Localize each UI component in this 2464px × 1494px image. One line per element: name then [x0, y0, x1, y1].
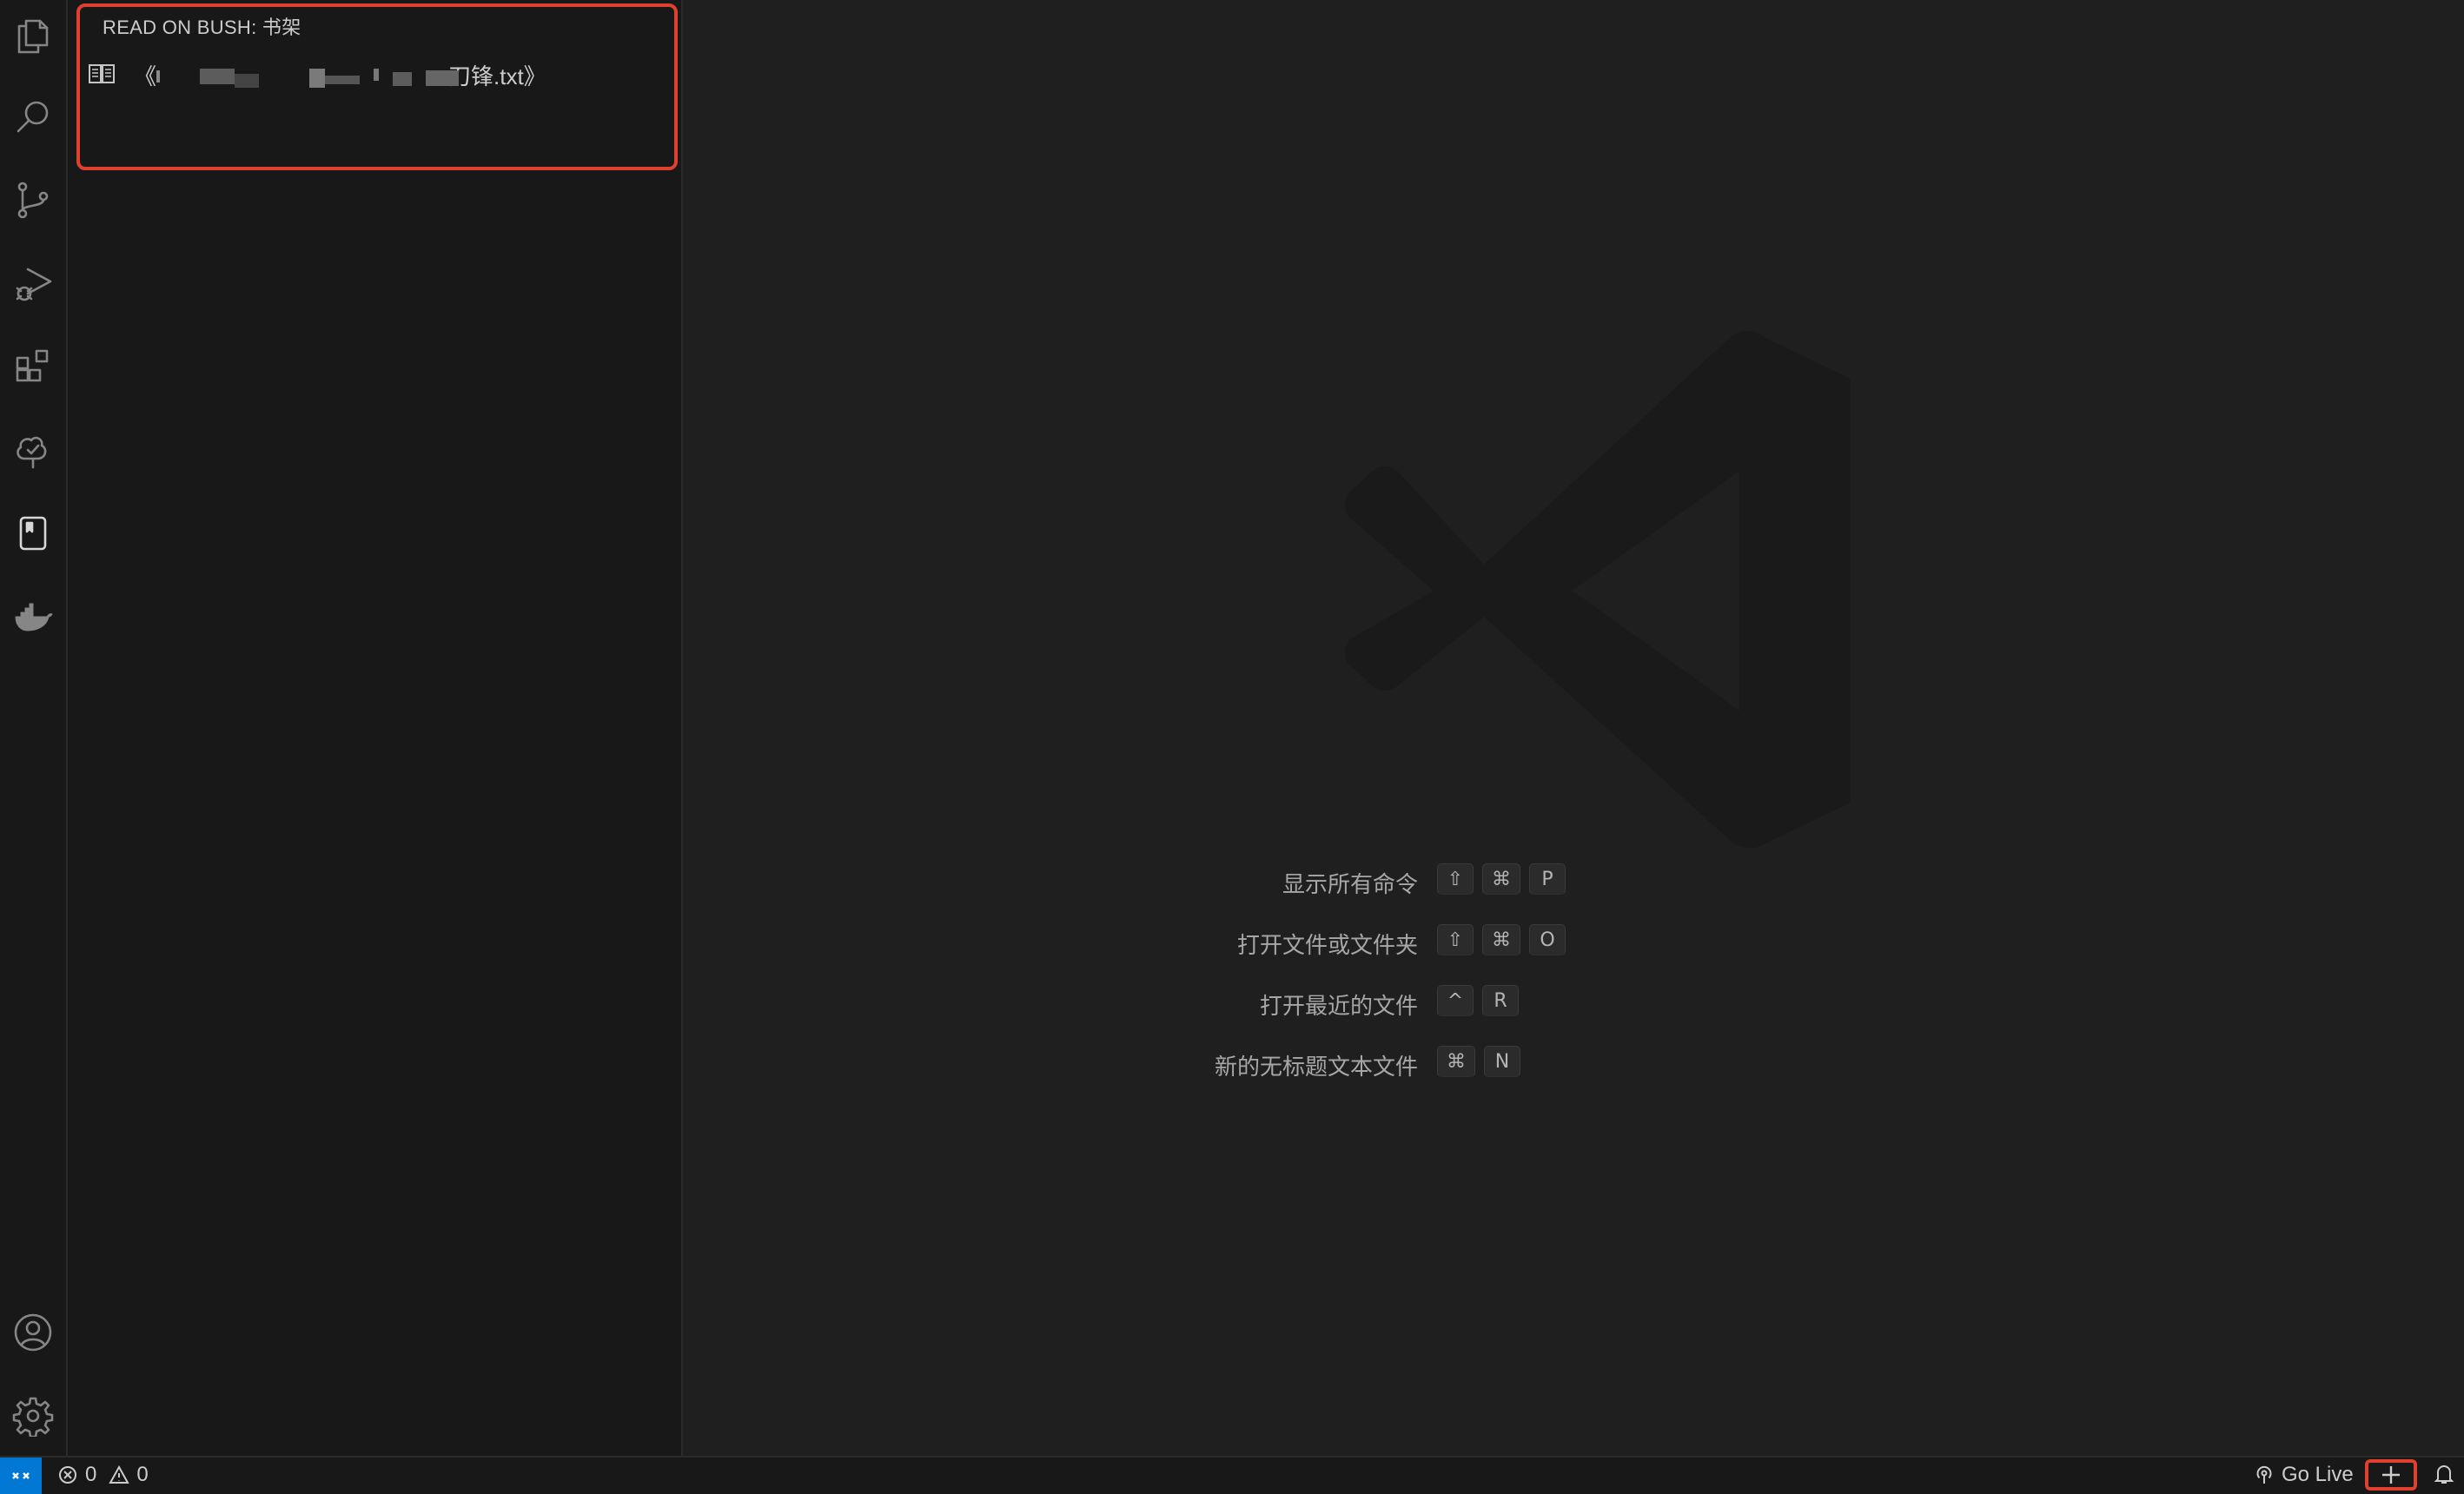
files-icon [17, 19, 49, 54]
broadcast-icon [2256, 1465, 2272, 1484]
shortcut-keys: ^ R [1437, 985, 1519, 1016]
go-live-button[interactable]: Go Live [2254, 1463, 2354, 1487]
key-cap: ⇧ [1437, 863, 1474, 895]
gear-icon [12, 1397, 54, 1437]
search-icon [17, 101, 49, 133]
editor-area: 显示所有命令 ⇧ ⌘ P 打开文件或文件夹 ⇧ ⌘ O 打开最近的文件 ^ R … [683, 0, 2464, 1456]
docker-whale-icon [15, 603, 53, 631]
run-debug-button[interactable] [0, 248, 66, 318]
key-cap: ⌘ [1437, 1046, 1475, 1077]
remote-indicator-button[interactable] [0, 1458, 42, 1494]
error-count: 0 [85, 1463, 97, 1486]
plus-icon [2382, 1466, 2400, 1484]
key-cap: R [1482, 985, 1519, 1016]
key-cap: P [1529, 863, 1566, 895]
read-on-bush-button[interactable] [0, 499, 66, 568]
source-control-button[interactable] [0, 165, 66, 235]
tree-check-icon [17, 436, 47, 469]
key-cap: ^ [1437, 985, 1474, 1016]
shortcut-label: 打开最近的文件 [1259, 993, 1418, 1019]
sidebar-highlight-annotation [76, 3, 678, 170]
vscode-logo-icon [1345, 330, 1851, 849]
problems-indicator[interactable]: 0 0 [57, 1463, 149, 1487]
add-button[interactable] [2365, 1459, 2417, 1491]
shortcut-keys: ⇧ ⌘ O [1437, 924, 1566, 955]
shortcut-label: 新的无标题文本文件 [1214, 1054, 1418, 1080]
explorer-button[interactable] [0, 0, 66, 69]
key-cap: ⇧ [1437, 924, 1474, 955]
key-cap: ⌘ [1482, 863, 1520, 895]
warning-count: 0 [136, 1463, 149, 1486]
shortcut-row[interactable]: 显示所有命令 ⇧ ⌘ P [944, 862, 2073, 903]
go-live-label: Go Live [2282, 1463, 2354, 1486]
docker-button[interactable] [0, 582, 66, 651]
manage-button[interactable] [0, 1381, 66, 1451]
bell-icon [2434, 1465, 2454, 1484]
warning-icon [109, 1464, 130, 1484]
accounts-button[interactable] [0, 1298, 66, 1367]
shortcut-keys: ⌘ N [1437, 1046, 1520, 1077]
remote-icon [12, 1472, 30, 1479]
extensions-icon [16, 349, 49, 382]
source-control-icon [17, 182, 49, 219]
activity-bar [0, 0, 68, 1456]
shortcut-label: 打开文件或文件夹 [1236, 932, 1418, 958]
shortcut-row[interactable]: 打开最近的文件 ^ R [944, 983, 2073, 1025]
search-button[interactable] [0, 82, 66, 151]
testing-button[interactable] [0, 415, 66, 485]
shortcut-row[interactable]: 打开文件或文件夹 ⇧ ⌘ O [944, 922, 2073, 964]
shortcut-row[interactable]: 新的无标题文本文件 ⌘ N [944, 1044, 2073, 1086]
error-icon [59, 1466, 76, 1484]
sidebar: READ ON BUSH: 书架 《 刀锋.txt》 [68, 0, 683, 1456]
run-debug-icon [16, 268, 52, 301]
shortcut-label: 显示所有命令 [1282, 871, 1418, 897]
key-cap: N [1484, 1046, 1520, 1077]
status-bar: 0 0 Go Live [0, 1456, 2464, 1494]
book-icon [19, 516, 47, 551]
key-cap: ⌘ [1482, 924, 1520, 955]
shortcut-keys: ⇧ ⌘ P [1437, 863, 1566, 895]
account-icon [14, 1313, 52, 1352]
key-cap: O [1529, 924, 1566, 955]
extensions-button[interactable] [0, 332, 66, 401]
notifications-button[interactable] [2433, 1463, 2455, 1491]
